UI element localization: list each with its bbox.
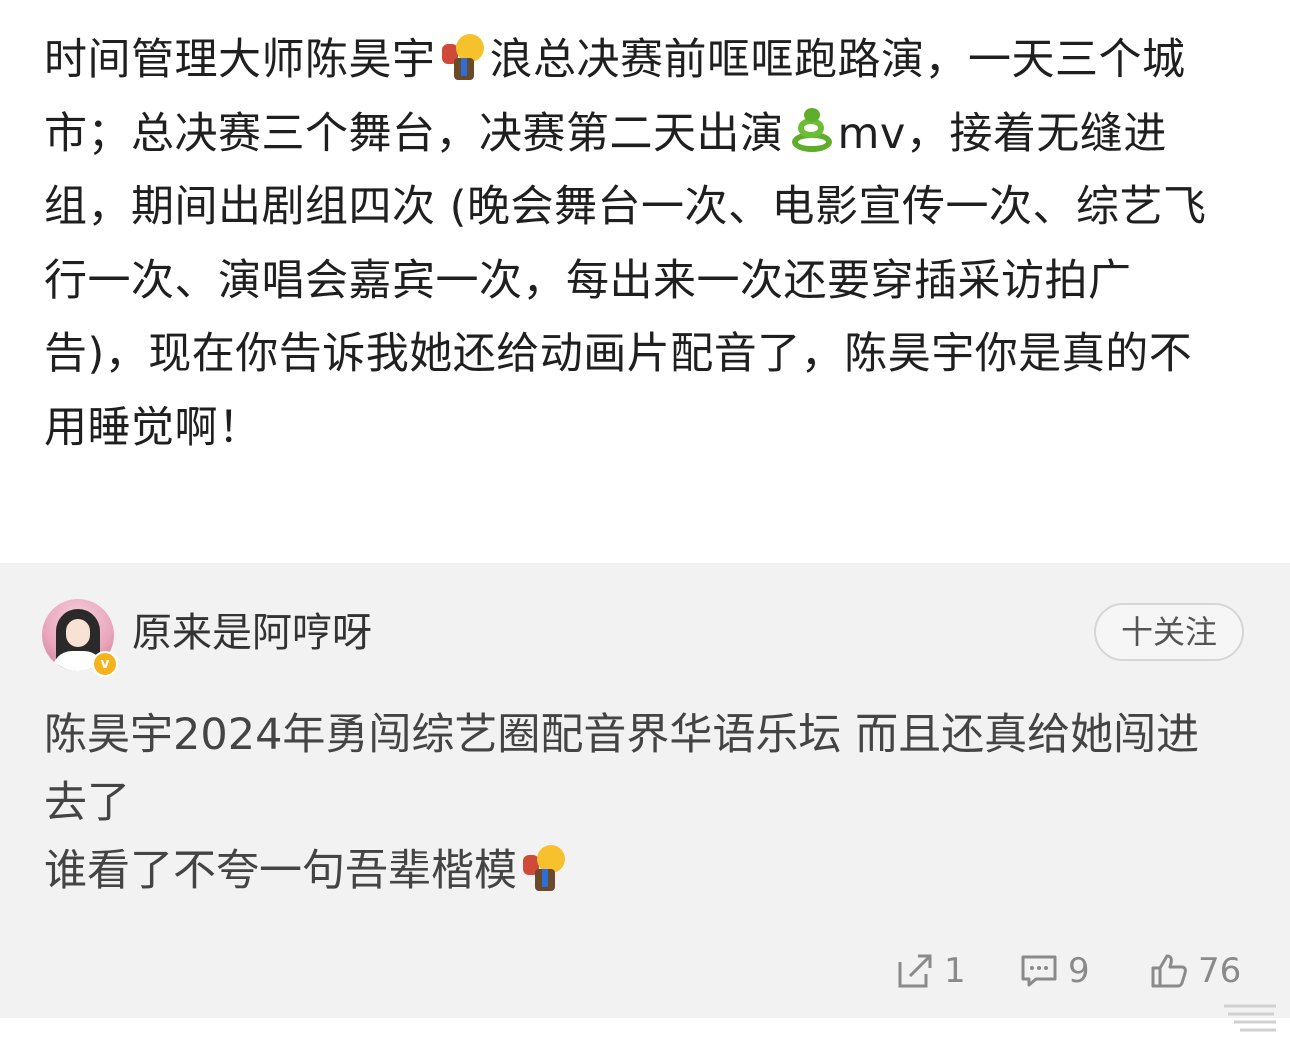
comment-card: v 原来是阿哼呀 十关注 陈昊宇2024年勇闯综艺圈配音界华语乐坛 而且还真给她… [0, 563, 1290, 1018]
snake-emoji-icon [788, 107, 834, 154]
follow-button[interactable]: 十关注 [1094, 603, 1244, 661]
post-text-part1: 时间管理大师陈昊宇 [44, 35, 436, 85]
post-text-part3: mv，接着无缝进组，期间出剧组四次 (晚会舞台一次、电影宣传一次、综艺飞行一次、… [44, 108, 1207, 453]
share-count: 1 [944, 951, 966, 991]
comment-actions: 1 9 76 [0, 946, 1290, 996]
reply-button[interactable]: 9 [1020, 946, 1090, 996]
comment-username[interactable]: 原来是阿哼呀 [132, 607, 372, 659]
comment-icon [1021, 955, 1057, 987]
share-button[interactable]: 1 [896, 946, 966, 996]
comment-count: 9 [1068, 951, 1090, 991]
thumbs-up-icon [1151, 954, 1187, 988]
post-body: 时间管理大师陈昊宇 浪总决赛前哐哐跑路演，一天三个城市；总决赛三个舞台，决赛第二天… [0, 0, 1290, 563]
verified-badge-icon: v [92, 651, 118, 677]
share-icon [898, 954, 932, 988]
comment-text-line1: 陈昊宇2024年勇闯综艺圈配音界华语乐坛 而且还真给她闯进去了 [44, 710, 1200, 828]
bottom-strip [0, 1018, 1290, 1052]
like-count: 76 [1198, 951, 1242, 991]
like-button[interactable]: 76 [1150, 946, 1241, 996]
comment-text-line2: 谁看了不夸一句吾辈楷模 [44, 846, 517, 896]
comment-text: 陈昊宇2024年勇闯综艺圈配音界华语乐坛 而且还真给她闯进去了 谁看了不夸一句吾… [44, 701, 1234, 905]
watermark-icon [1224, 1004, 1276, 1032]
person-emoji-icon [440, 34, 486, 80]
person-emoji-icon [521, 845, 567, 891]
post-text: 时间管理大师陈昊宇 浪总决赛前哐哐跑路演，一天三个城市；总决赛三个舞台，决赛第二天… [44, 24, 1224, 466]
